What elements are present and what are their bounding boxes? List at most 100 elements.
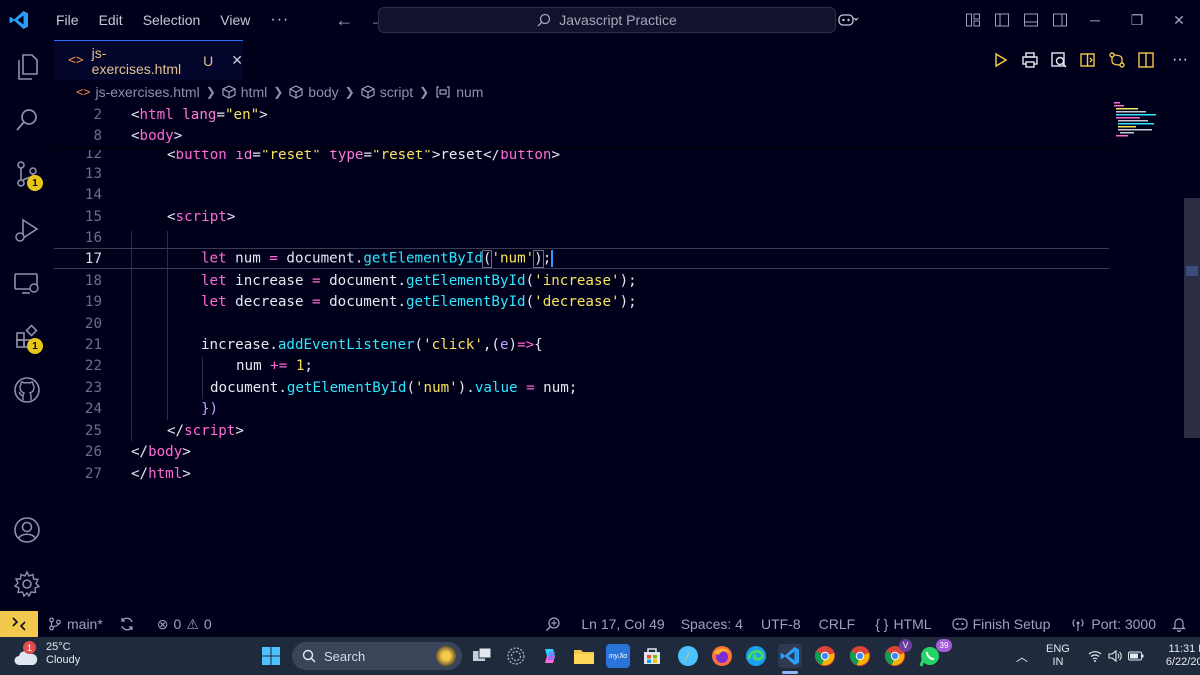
language-mode[interactable]: { } HTML: [863, 616, 939, 632]
git-branch-icon: [49, 617, 61, 631]
chrome-icon[interactable]: [813, 644, 837, 668]
language-code: ENG: [1046, 643, 1070, 655]
source-control-icon[interactable]: 1: [0, 152, 54, 196]
cursor-position[interactable]: Ln 17, Col 49: [569, 616, 672, 632]
breadcrumb-num[interactable]: num: [435, 84, 483, 100]
html-file-icon: <>: [68, 53, 84, 68]
remote-explorer-icon[interactable]: [0, 262, 54, 306]
warning-icon: ⚠: [186, 615, 199, 632]
breadcrumb-html[interactable]: html: [222, 84, 267, 100]
menu-view[interactable]: View: [210, 12, 260, 28]
whatsapp-icon[interactable]: 39: [918, 639, 952, 668]
account-icon[interactable]: [0, 508, 54, 552]
restore-button[interactable]: ❐: [1116, 0, 1158, 40]
toggle-primary-sidebar-icon[interactable]: [987, 0, 1016, 40]
file-explorer-icon[interactable]: [572, 644, 596, 668]
line-number: 15: [84, 208, 102, 225]
task-view-icon[interactable]: [470, 644, 494, 668]
customize-layout-icon[interactable]: [958, 0, 987, 40]
clock-time: 11:31 PM: [1168, 643, 1200, 655]
weather-temperature: 25°C: [46, 641, 71, 653]
settings-gear-icon[interactable]: [0, 562, 54, 606]
run-file-icon[interactable]: [986, 40, 1015, 80]
status-bar: main* ⊗ 0 ⚠ 0 Ln 17, Col 49 Spaces: 4 UT…: [0, 611, 1200, 637]
code-line: 22 num += 1;: [54, 355, 1109, 376]
finish-setup-button[interactable]: Finish Setup: [940, 616, 1059, 632]
tab-js-exercises[interactable]: <> js-exercises.html U ✕: [54, 40, 243, 80]
chevron-up-icon[interactable]: ︿: [1016, 648, 1028, 665]
os-taskbar: 1 25°C Cloudy Search myJio V 39 ︿ ENG IN: [0, 637, 1200, 675]
quick-settings[interactable]: [1088, 650, 1144, 662]
port-label: Port: 3000: [1091, 616, 1156, 632]
run-debug-icon[interactable]: [0, 208, 54, 252]
vscode-taskbar-icon[interactable]: [778, 644, 802, 668]
toggle-secondary-sidebar-icon[interactable]: [1045, 0, 1074, 40]
region-code: IN: [1052, 656, 1064, 668]
sync-icon[interactable]: [111, 616, 143, 632]
problems-status[interactable]: ⊗ 0 ⚠ 0: [143, 616, 220, 633]
windows-start-icon[interactable]: [259, 644, 283, 668]
github-icon[interactable]: [0, 368, 54, 412]
explorer-icon[interactable]: [0, 45, 54, 89]
line-number: 8: [93, 127, 102, 144]
line-number: 14: [84, 186, 102, 203]
line-number: 17: [84, 250, 102, 267]
split-editor-icon[interactable]: [1131, 40, 1160, 80]
input-language[interactable]: ENG IN: [1046, 643, 1070, 669]
print-icon[interactable]: [1015, 40, 1044, 80]
branch-status[interactable]: main*: [38, 616, 111, 632]
search-icon[interactable]: [0, 98, 54, 142]
breadcrumb-file-label: js-exercises.html: [95, 84, 200, 100]
breadcrumb-script[interactable]: script: [361, 84, 413, 100]
more-menu-button[interactable]: ···: [260, 11, 299, 29]
firefox-icon[interactable]: [710, 644, 734, 668]
menu-edit[interactable]: Edit: [89, 12, 133, 28]
breadcrumb-body-label: body: [308, 84, 339, 100]
copilot-app-icon[interactable]: [538, 644, 562, 668]
line-number: 22: [84, 357, 102, 374]
remote-indicator-button[interactable]: [0, 611, 38, 637]
more-actions-icon[interactable]: ···: [1160, 40, 1200, 80]
chrome-profile-v-icon[interactable]: V: [883, 639, 912, 668]
code-editor[interactable]: 2 <html lang="en"> 8 <body> 12 <button i…: [54, 104, 1184, 609]
copilot-icon[interactable]: [828, 0, 868, 40]
app-fingerprint-icon[interactable]: [504, 644, 528, 668]
edge-icon[interactable]: [744, 644, 768, 668]
title-bar: File Edit Selection View ··· ← → Javascr…: [0, 0, 1200, 40]
eol-status[interactable]: CRLF: [809, 616, 864, 632]
breadcrumb-file[interactable]: <> js-exercises.html: [76, 84, 200, 100]
warnings-count: 0: [203, 616, 212, 632]
breadcrumb-body[interactable]: body: [289, 84, 339, 100]
code-line: 24 }): [54, 398, 1109, 419]
notifications-bell-icon[interactable]: [1164, 616, 1200, 632]
menu-selection[interactable]: Selection: [133, 12, 211, 28]
myjio-app-icon[interactable]: myJio: [606, 644, 630, 668]
zoom-icon[interactable]: [537, 616, 569, 632]
weather-widget[interactable]: 1 25°C Cloudy: [14, 641, 80, 667]
menu-file[interactable]: File: [46, 12, 89, 28]
line-number: 21: [84, 336, 102, 353]
preview-search-icon[interactable]: [1044, 40, 1073, 80]
taskbar-search[interactable]: Search: [292, 642, 462, 670]
clock[interactable]: 11:31 PM 6/22/2025: [1166, 643, 1200, 669]
live-server-port[interactable]: Port: 3000: [1058, 616, 1164, 632]
vertical-scrollbar[interactable]: [1184, 198, 1200, 438]
line-number: 27: [84, 465, 102, 482]
command-center-search[interactable]: Javascript Practice: [378, 7, 836, 33]
chrome-icon-2[interactable]: [848, 644, 872, 668]
minimap[interactable]: [1110, 102, 1170, 142]
open-preview-icon[interactable]: [1073, 40, 1102, 80]
compare-changes-icon[interactable]: [1102, 40, 1131, 80]
toggle-panel-icon[interactable]: [1016, 0, 1045, 40]
extensions-icon[interactable]: 1: [0, 315, 54, 359]
chrome-profile-icon[interactable]: [676, 644, 700, 668]
indentation-status[interactable]: Spaces: 4: [673, 616, 751, 632]
microsoft-store-icon[interactable]: [640, 644, 664, 668]
encoding-status[interactable]: UTF-8: [751, 616, 809, 632]
tab-close-icon[interactable]: ✕: [231, 52, 243, 69]
back-arrow-icon[interactable]: ←: [335, 10, 353, 31]
close-window-button[interactable]: ✕: [1158, 0, 1200, 40]
finish-setup-label: Finish Setup: [972, 616, 1051, 632]
symbol-element-icon: [289, 85, 303, 99]
minimize-button[interactable]: ─: [1074, 0, 1116, 40]
